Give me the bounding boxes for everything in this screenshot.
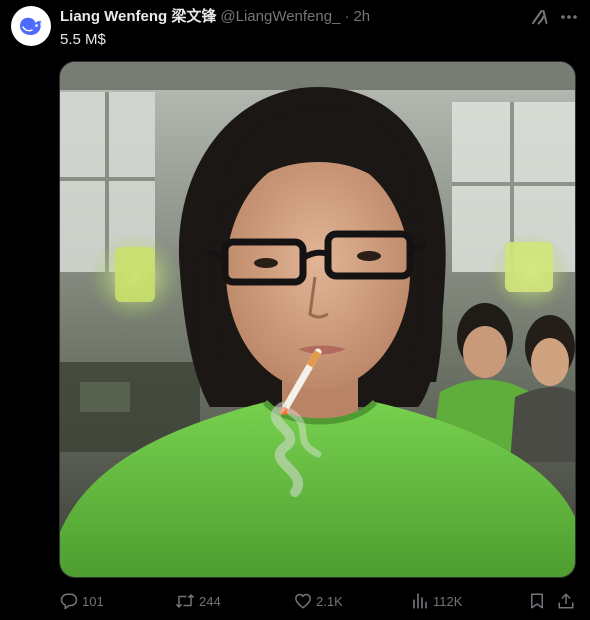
views-button[interactable]: 112K — [411, 589, 462, 613]
whale-logo-icon — [20, 17, 42, 35]
heart-icon — [295, 593, 311, 609]
bookmark-icon — [531, 593, 543, 609]
grok-icon — [532, 10, 548, 25]
tweet-header: Liang Wenfeng 梁文锋 @LiangWenfeng_ · 2h — [60, 7, 370, 27]
share-button[interactable] — [557, 589, 575, 613]
avatar[interactable] — [11, 6, 51, 46]
author-handle[interactable]: @LiangWenfeng_ — [220, 7, 340, 27]
tweet: Liang Wenfeng 梁文锋 @LiangWenfeng_ · 2h 5.… — [0, 0, 590, 620]
action-bar: 101 244 2.1K 112K — [0, 589, 590, 613]
reply-count: 101 — [82, 593, 104, 609]
like-count: 2.1K — [316, 593, 343, 609]
repost-icon — [175, 594, 195, 608]
repost-count: 244 — [199, 593, 221, 609]
author-name[interactable]: Liang Wenfeng 梁文锋 — [60, 7, 216, 27]
reply-button[interactable]: 101 — [60, 589, 104, 613]
bookmark-button[interactable] — [528, 589, 546, 613]
more-button[interactable] — [556, 4, 582, 30]
share-icon — [558, 593, 574, 609]
repost-button[interactable]: 244 — [175, 589, 221, 613]
separator-dot: · — [344, 8, 350, 25]
more-icon — [561, 15, 577, 19]
grok-button[interactable] — [527, 4, 553, 30]
views-icon — [413, 593, 427, 609]
photo-illustration — [60, 62, 575, 577]
reply-icon — [60, 593, 78, 610]
timestamp[interactable]: 2h — [353, 7, 370, 27]
like-button[interactable]: 2.1K — [294, 589, 343, 613]
tweet-text: 5.5 M$ — [60, 31, 106, 48]
tweet-photo[interactable] — [59, 61, 576, 578]
views-count: 112K — [433, 593, 463, 609]
